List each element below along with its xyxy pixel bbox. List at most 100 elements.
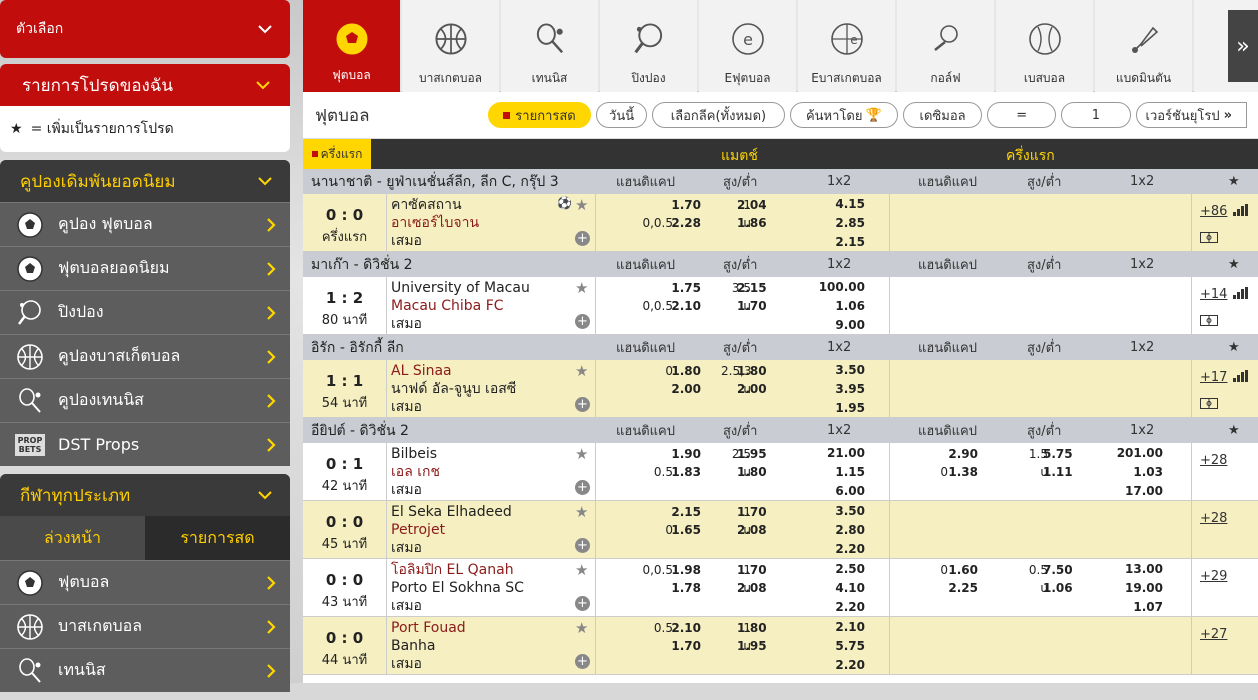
odds-value[interactable]: 1.06 <box>815 297 865 316</box>
star-icon[interactable]: ★ <box>1228 423 1240 438</box>
odds-value[interactable]: 1.86 <box>737 214 769 233</box>
odds-value[interactable]: 100.00 <box>815 278 865 297</box>
pitch-icon[interactable] <box>1200 232 1218 247</box>
favorites-header[interactable]: รายการโปรดของฉัน <box>0 64 290 106</box>
add-icon[interactable]: + <box>575 397 590 412</box>
sidebar-item[interactable]: ปิงปอง <box>0 290 290 334</box>
sidebar-item[interactable]: ฟุตบอลยอดนิยม <box>0 246 290 290</box>
more-markets-link[interactable]: +86 <box>1200 204 1227 219</box>
more-markets-link[interactable]: +14 <box>1200 287 1227 302</box>
odds-value[interactable]: 2.00 <box>661 380 701 399</box>
odds-value[interactable]: 1.11 <box>1043 463 1075 482</box>
tab-tennis[interactable]: เทนนิส <box>501 0 598 92</box>
league-header[interactable]: มาเก๊า - ดิวิชั่น 2 แฮนดิแคป สูง/ต่ำ 1x2… <box>303 252 1258 277</box>
odds-value[interactable]: 1.70 <box>661 196 701 215</box>
odds-value[interactable]: 1.07 <box>1113 598 1163 617</box>
league-header[interactable]: นานาชาติ - ยูฟ่าเนชั่นส์ลีก, ลีก C, กรุ๊… <box>303 169 1258 194</box>
sidebar-item[interactable]: ฟุตบอล <box>0 560 290 604</box>
add-icon[interactable]: + <box>575 231 590 246</box>
odds-value[interactable]: 19.00 <box>1113 579 1163 598</box>
odds-value[interactable]: 2.00 <box>737 380 769 399</box>
star-icon[interactable]: ★ <box>1228 174 1240 189</box>
odds-value[interactable]: 0 <box>908 463 948 482</box>
add-icon[interactable]: + <box>575 480 590 495</box>
more-markets-link[interactable]: +17 <box>1200 370 1227 385</box>
odds-value[interactable]: 1.38 <box>943 463 978 482</box>
tab-table-tennis[interactable]: ปิงปอง <box>600 0 697 92</box>
tab-soccer-ball[interactable]: ฟุตบอล <box>303 0 400 92</box>
odds-value[interactable]: 1.75 <box>661 279 701 298</box>
odds-value[interactable]: 5.75 <box>1043 445 1075 464</box>
star-icon[interactable]: ★ <box>1228 340 1240 355</box>
odds-format-select[interactable]: เดซิมอล <box>903 102 982 128</box>
odds-value[interactable]: 1.70 <box>737 561 769 580</box>
sidebar-item[interactable]: บาสเกตบอล <box>0 604 290 648</box>
odds-value[interactable]: 1.83 <box>661 463 701 482</box>
sidebar-item[interactable]: เทนนิส <box>0 648 290 692</box>
tab-live[interactable]: รายการสด <box>145 516 290 560</box>
options-panel[interactable]: ตัวเลือก <box>0 0 290 58</box>
league-select[interactable]: เลือกลีค(ทั้งหมด) <box>652 102 784 128</box>
sidebar-item[interactable]: PROP BETSDST Props <box>0 422 290 466</box>
half-toggle-button[interactable]: ครึ่งแรก <box>303 139 371 169</box>
odds-value[interactable]: 0 <box>908 561 948 580</box>
favorite-star-icon[interactable]: ★ <box>575 445 588 463</box>
odds-value[interactable]: 1.70 <box>737 297 769 316</box>
all-sports-header[interactable]: กีฬาทุกประเภท <box>0 474 290 516</box>
odds-value[interactable]: 2.28 <box>661 214 701 233</box>
odds-value[interactable]: 2.15 <box>737 279 769 298</box>
odds-value[interactable]: 2.15 <box>661 503 701 522</box>
odds-value[interactable]: 1.80 <box>661 362 701 381</box>
sidebar-item[interactable]: คูปองบาสเก็ตบอล <box>0 334 290 378</box>
favorite-star-icon[interactable]: ★ <box>575 362 588 380</box>
pitch-icon[interactable] <box>1200 315 1218 330</box>
tab-golf[interactable]: กอล์ฟ <box>897 0 994 92</box>
odds-value[interactable]: 1.95 <box>737 637 769 656</box>
odds-value[interactable]: 1.80 <box>737 619 769 638</box>
odds-value[interactable]: 201.00 <box>1113 444 1163 463</box>
odds-value[interactable]: 0.5 <box>1008 561 1048 580</box>
odds-value[interactable]: 2.85 <box>815 214 865 233</box>
favorite-star-icon[interactable]: ★ <box>575 561 588 579</box>
favorite-star-icon[interactable]: ★ <box>575 279 588 297</box>
league-header[interactable]: อิรัก - อิรักกี้ ลีก แฮนดิแคป สูง/ต่ำ 1x… <box>303 335 1258 360</box>
odds-value[interactable]: 1.98 <box>661 561 701 580</box>
more-markets-link[interactable]: +29 <box>1200 569 1227 584</box>
version-select[interactable]: เวอร์ชันยุโรป» <box>1136 102 1248 128</box>
tab-esoccer[interactable]: eEฟุตบอล <box>699 0 796 92</box>
odds-value[interactable]: 2.10 <box>661 297 701 316</box>
live-filter-button[interactable]: รายการสด <box>488 102 591 128</box>
star-icon[interactable]: ★ <box>1228 257 1240 272</box>
stats-icon[interactable] <box>1233 204 1249 220</box>
chevron-down-icon[interactable] <box>256 172 274 190</box>
odds-value[interactable]: 1.90 <box>661 445 701 464</box>
favorite-star-icon[interactable]: ★ <box>575 503 588 521</box>
sidebar-item[interactable]: คูปอง ฟุตบอล <box>0 202 290 246</box>
odds-value[interactable]: 4.15 <box>815 195 865 214</box>
tab-basketball[interactable]: บาสเกตบอล <box>402 0 499 92</box>
more-markets-link[interactable]: +27 <box>1200 627 1227 642</box>
odds-value[interactable]: 1.95 <box>815 399 865 418</box>
odds-value[interactable]: 2.08 <box>737 521 769 540</box>
odds-value[interactable]: 2.90 <box>943 445 978 464</box>
odds-value[interactable]: 7.50 <box>1043 561 1075 580</box>
odds-value[interactable]: 1.78 <box>661 579 701 598</box>
odds-value[interactable]: 2.20 <box>815 656 865 675</box>
add-icon[interactable]: + <box>575 538 590 553</box>
favorite-star-icon[interactable]: ★ <box>575 619 588 637</box>
odds-value[interactable]: 1.15 <box>815 463 865 482</box>
add-icon[interactable]: + <box>575 654 590 669</box>
chevron-down-icon[interactable] <box>256 486 274 504</box>
stake-input[interactable]: 1 <box>1061 102 1130 128</box>
odds-value[interactable]: 17.00 <box>1113 482 1163 501</box>
odds-value[interactable]: u <box>1008 579 1048 598</box>
odds-value[interactable]: 5.75 <box>815 637 865 656</box>
odds-value[interactable]: 1.60 <box>943 561 978 580</box>
odds-value[interactable]: 1.65 <box>661 521 701 540</box>
odds-value[interactable]: 2.80 <box>815 521 865 540</box>
odds-value[interactable]: 1.5 <box>1008 445 1048 464</box>
odds-value[interactable]: 3.50 <box>815 502 865 521</box>
more-markets-link[interactable]: +28 <box>1200 453 1227 468</box>
add-icon[interactable]: + <box>575 314 590 329</box>
stats-icon[interactable] <box>1233 287 1249 303</box>
